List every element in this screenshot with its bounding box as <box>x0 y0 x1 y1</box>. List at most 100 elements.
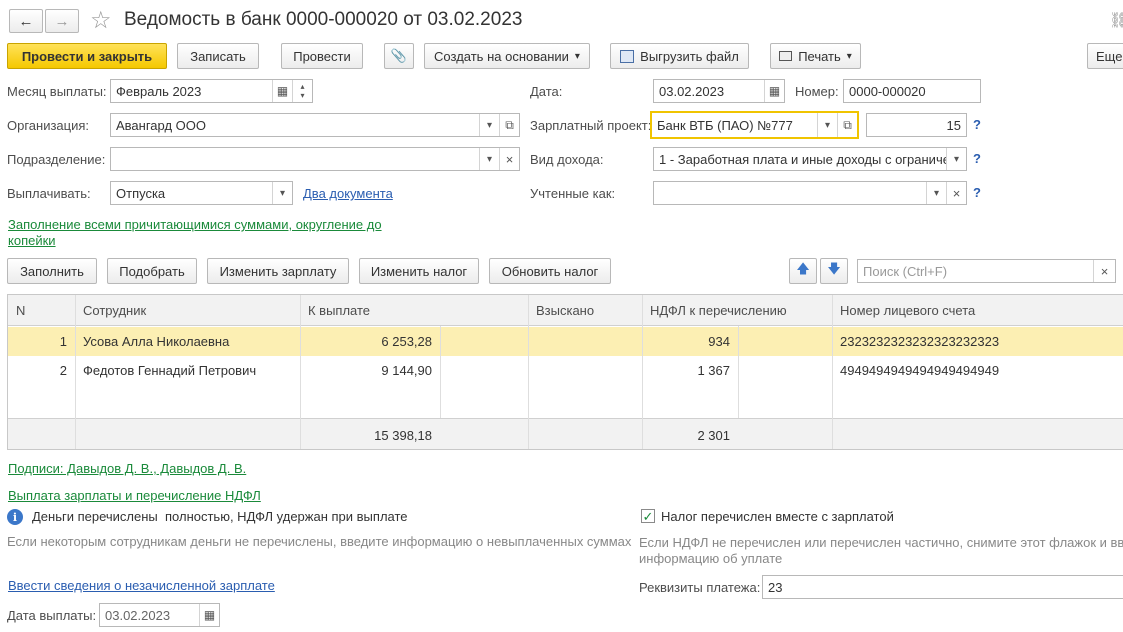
column-header-account[interactable]: Номер лицевого счета <box>832 295 1123 325</box>
arrow-left-icon: ← <box>18 12 34 30</box>
move-up-button[interactable]: 🡅 <box>789 258 817 284</box>
help-icon[interactable]: ? <box>973 117 981 132</box>
favorite-star-icon[interactable]: ☆ <box>90 6 112 35</box>
income-type-value: 1 - Заработная плата и иные доходы с огр… <box>659 151 946 167</box>
table-header: N Сотрудник К выплате Взыскано НДФЛ к пе… <box>8 295 1123 326</box>
salary-project-value: Банк ВТБ (ПАО) №777 <box>657 117 793 133</box>
month-stepper[interactable]: ▴ ▾ <box>292 80 312 102</box>
table-row[interactable]: 1 Усова Алла Николаевна 6 253,28 934 232… <box>8 327 1123 356</box>
change-tax-button[interactable]: Изменить налог <box>359 258 479 284</box>
employee-name: Федотов Геннадий Петрович <box>83 363 257 378</box>
column-divider <box>832 295 833 449</box>
pay-date-label: Дата выплаты: <box>7 608 97 623</box>
more-button[interactable]: Еще <box>1087 43 1123 69</box>
open-icon[interactable]: ⧉ <box>499 114 519 136</box>
fill-button[interactable]: Заполнить <box>7 258 97 284</box>
clear-icon[interactable]: × <box>499 148 519 170</box>
payment-details-field[interactable]: 23 <box>762 575 1123 599</box>
dropdown-arrow-icon[interactable]: ▾ <box>946 148 966 170</box>
column-divider <box>75 295 76 449</box>
create-based-on-button[interactable]: Создать на основании ▾ <box>424 43 590 69</box>
back-button[interactable]: ← <box>9 9 43 33</box>
number-value: 0000-000020 <box>849 83 926 99</box>
printer-icon <box>779 51 793 61</box>
move-down-button[interactable]: 🡇 <box>820 258 848 284</box>
salary-project-code-field[interactable]: 15 <box>866 113 967 137</box>
tax-with-salary-checkbox[interactable]: ✓ <box>641 509 655 523</box>
total-to-pay: 15 398,18 <box>374 427 432 443</box>
income-type-field[interactable]: 1 - Заработная плата и иные доходы с огр… <box>653 147 967 171</box>
date-field[interactable]: 03.02.2023 ▦ <box>653 79 785 103</box>
save-button[interactable]: Записать <box>177 43 259 69</box>
help-icon[interactable]: ? <box>973 185 981 200</box>
help-icon[interactable]: ? <box>973 151 981 166</box>
search-field[interactable]: Поиск (Ctrl+F) × <box>857 259 1116 283</box>
unaccrued-salary-link[interactable]: Ввести сведения о незачисленной зарплате <box>8 578 275 593</box>
dropdown-arrow-icon[interactable]: ▾ <box>926 182 946 204</box>
collected-amount <box>528 356 642 385</box>
info-icon: i <box>7 509 23 525</box>
column-divider <box>300 295 301 449</box>
calendar-icon[interactable]: ▦ <box>272 80 292 102</box>
column-header-collected[interactable]: Взыскано <box>528 295 642 325</box>
search-clear-icon[interactable]: × <box>1093 260 1115 282</box>
pay-field[interactable]: Отпуска ▾ <box>110 181 293 205</box>
month-value: Февраль 2023 <box>116 83 202 99</box>
fill-mode-link-continued[interactable]: копейки <box>8 233 56 248</box>
hint-ndfl-text-continued: информацию об уплате <box>639 551 783 566</box>
accounted-as-field[interactable]: ▾ × <box>653 181 967 205</box>
search-input[interactable]: Поиск (Ctrl+F) <box>858 260 1093 282</box>
pay-date-field[interactable]: 03.02.2023 ▦ <box>99 603 220 627</box>
organization-value: Авангард ООО <box>116 117 206 133</box>
change-salary-button[interactable]: Изменить зарплату <box>207 258 349 284</box>
print-button[interactable]: Печать ▾ <box>770 43 861 69</box>
column-header-n[interactable]: N <box>8 295 75 325</box>
dropdown-arrow-icon[interactable]: ▾ <box>817 113 837 137</box>
accounted-as-label: Учтенные как: <box>530 186 616 201</box>
clear-icon[interactable]: × <box>946 182 966 204</box>
post-button[interactable]: Провести <box>281 43 363 69</box>
table-row[interactable]: 2 Федотов Геннадий Петрович 9 144,90 1 3… <box>8 356 1123 385</box>
update-tax-button[interactable]: Обновить налог <box>489 258 611 284</box>
dropdown-arrow-icon[interactable]: ▾ <box>479 114 499 136</box>
column-header-to-pay[interactable]: К выплате <box>300 295 528 325</box>
pick-button[interactable]: Подобрать <box>107 258 197 284</box>
row-number: 2 <box>59 363 67 378</box>
to-pay-amount: 6 253,28 <box>381 334 432 349</box>
export-file-button[interactable]: Выгрузить файл <box>610 43 749 69</box>
dropdown-arrow-icon[interactable]: ▾ <box>272 182 292 204</box>
collected-amount <box>528 327 642 356</box>
month-label: Месяц выплаты: <box>7 84 107 99</box>
pay-label: Выплачивать: <box>7 186 91 201</box>
calendar-icon[interactable]: ▦ <box>764 80 784 102</box>
employees-table[interactable]: N Сотрудник К выплате Взыскано НДФЛ к пе… <box>7 294 1123 450</box>
employee-name: Усова Алла Николаевна <box>83 334 230 349</box>
salary-payment-link[interactable]: Выплата зарплаты и перечисление НДФЛ <box>8 488 261 503</box>
two-documents-link[interactable]: Два документа <box>303 186 393 201</box>
column-divider <box>440 326 441 418</box>
column-header-ndfl[interactable]: НДФЛ к перечислению <box>642 295 832 325</box>
number-field[interactable]: 0000-000020 <box>843 79 981 103</box>
open-icon[interactable]: ⧉ <box>837 113 857 137</box>
payment-details-value: 23 <box>768 579 783 595</box>
tax-with-salary-label[interactable]: Налог перечислен вместе с зарплатой <box>661 509 894 524</box>
payment-details-label: Реквизиты платежа: <box>639 580 761 595</box>
signatures-link[interactable]: Подписи: Давыдов Д. В., Давыдов Д. В. <box>8 461 246 476</box>
post-and-close-button[interactable]: Провести и закрыть <box>7 43 167 69</box>
calendar-icon[interactable]: ▦ <box>199 604 219 626</box>
account-number: 2323232323232323232323 <box>840 334 1000 349</box>
organization-field[interactable]: Авангард ООО ▾ ⧉ <box>110 113 520 137</box>
department-label: Подразделение: <box>7 152 106 167</box>
attach-button[interactable]: 📎 <box>384 43 414 69</box>
link-icon[interactable]: ⛓ <box>1109 11 1123 29</box>
create-based-on-label: Создать на основании <box>434 48 569 64</box>
fill-mode-link[interactable]: Заполнение всеми причитающимися суммами,… <box>8 217 382 232</box>
dropdown-arrow-icon[interactable]: ▾ <box>479 148 499 170</box>
number-label: Номер: <box>795 84 839 99</box>
department-field[interactable]: ▾ × <box>110 147 520 171</box>
column-header-employee[interactable]: Сотрудник <box>75 295 300 325</box>
salary-project-field[interactable]: Банк ВТБ (ПАО) №777 ▾ ⧉ <box>650 111 859 139</box>
month-field[interactable]: Февраль 2023 ▦ ▴ ▾ <box>110 79 313 103</box>
accounted-as-value <box>654 182 926 204</box>
forward-button[interactable]: → <box>45 9 79 33</box>
